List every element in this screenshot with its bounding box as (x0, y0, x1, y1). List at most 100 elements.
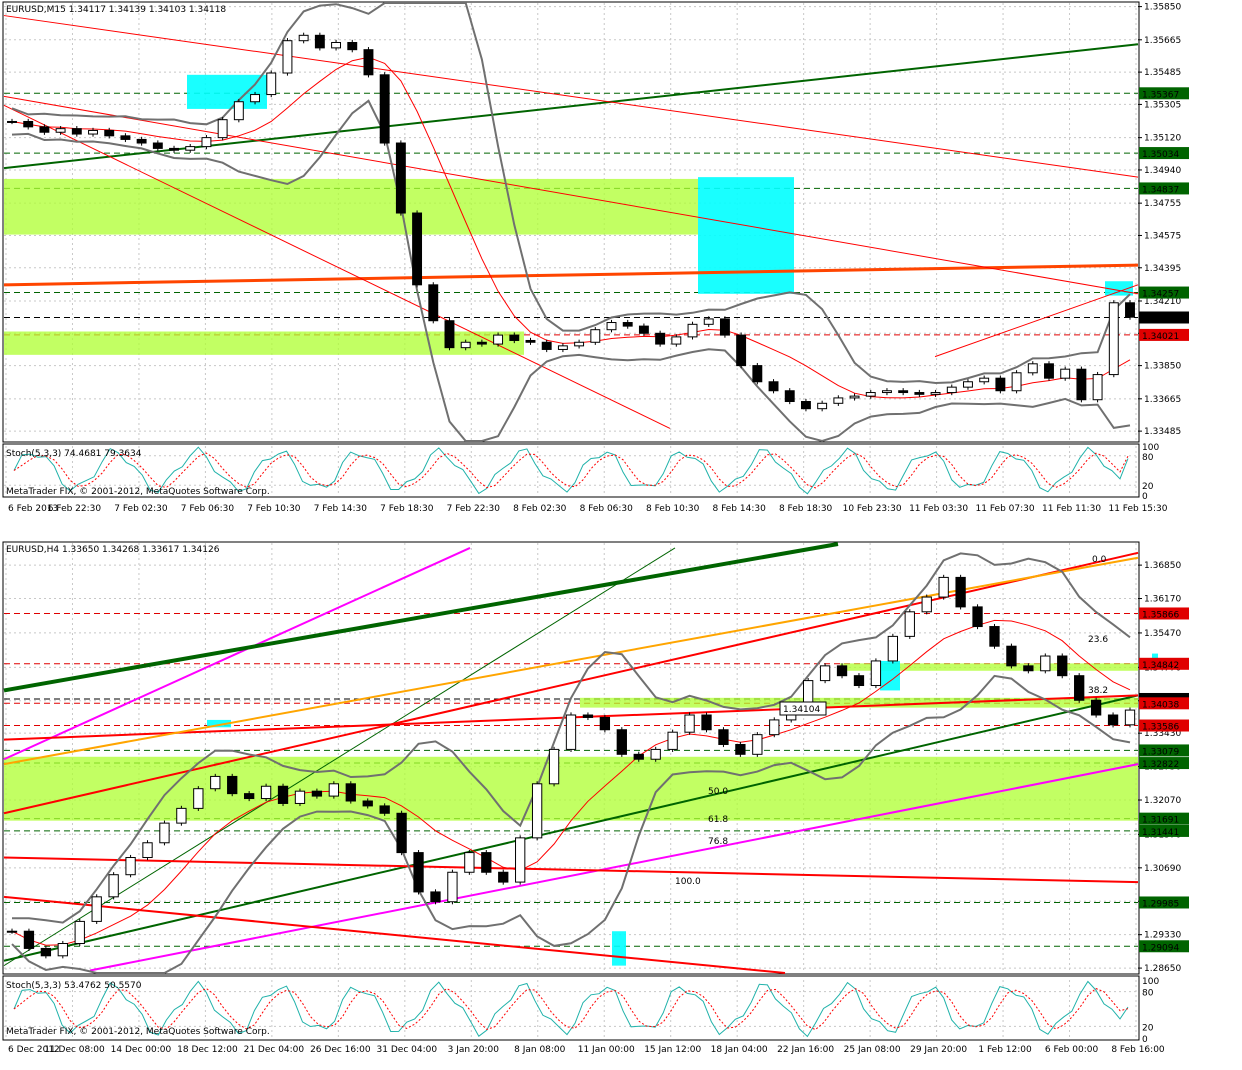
candle-body (582, 714, 594, 718)
candle-body (250, 94, 260, 103)
candle-body (955, 576, 966, 608)
candle-body (7, 120, 17, 123)
stoch-tick-label: 100 (1142, 977, 1159, 987)
x-tick-label: 1 Feb 12:00 (978, 1045, 1032, 1055)
x-tick-label: 7 Feb 02:30 (114, 504, 168, 514)
candle-body (963, 381, 973, 388)
cyan-zone-b (612, 931, 626, 966)
y-tick-label: 1.33665 (1144, 395, 1181, 405)
candle-body (768, 381, 779, 392)
candle-body (898, 390, 909, 394)
y-tick-label: 1.36850 (1144, 561, 1181, 571)
price-tag-label: 1.32822 (1142, 760, 1179, 770)
chart-m15[interactable]: 1.35850 1.35665 1.35485 1.35305 1.35120 1.349… (0, 0, 1242, 520)
candle-body (1076, 368, 1087, 401)
candle-body (74, 920, 85, 945)
candle-body (1040, 655, 1051, 672)
x-tick-label: 21 Dec 04:00 (244, 1045, 305, 1055)
copyright: MetaTrader FIX, © 2001-2012, MetaQuotes … (6, 487, 270, 497)
green-zone-wide (4, 756, 1138, 821)
candle-body (718, 729, 729, 745)
y-tick-label: 1.29330 (1144, 931, 1181, 941)
x-tick-label: 31 Dec 04:00 (377, 1045, 438, 1055)
candle-body (671, 336, 682, 345)
candle-body (260, 785, 272, 800)
candle-body (104, 129, 115, 137)
candle-body (282, 40, 293, 74)
chart-h4[interactable]: 0.0 23.6 38.2 50.0 61.8 76.8 100.0 1.36850 1.36… (0, 540, 1242, 1066)
price-tag-label: 1.35034 (1142, 150, 1179, 160)
candle-body (476, 341, 487, 345)
price-tag-label: 1.34021 (1142, 332, 1179, 342)
candle-body (655, 332, 666, 345)
stoch-ticks: 10080 200 (1142, 443, 1159, 502)
candle-body (314, 34, 325, 49)
chart-h4-svg[interactable]: 0.0 23.6 38.2 50.0 61.8 76.8 100.0 1.36850 1.36… (0, 540, 1242, 1066)
stoch-title: Stoch(5,3,3) 74.4681 79.3634 (6, 449, 142, 459)
stoch-tick-label: 0 (1142, 492, 1148, 502)
y-tick-label: 1.36170 (1144, 595, 1181, 605)
fib-label: 0.0 (1092, 555, 1107, 565)
candle-body (159, 822, 170, 844)
candle-body (40, 947, 52, 957)
y-tick-label: 1.34395 (1144, 264, 1181, 274)
price-tag-label: 1.31691 (1142, 816, 1179, 826)
candle-body (914, 392, 925, 395)
price-tag-label: 1.29094 (1142, 943, 1179, 953)
candle-body (464, 852, 475, 873)
x-tick-label: 7 Feb 14:30 (314, 504, 368, 514)
candle-body (1011, 372, 1022, 392)
green-zone-upper (4, 178, 698, 235)
fib-label: 76.8 (708, 837, 728, 847)
candle-body (55, 128, 66, 133)
y-tick-label: 1.34575 (1144, 231, 1181, 241)
candle-body (719, 318, 730, 336)
candle-body (541, 341, 552, 350)
candle-body (233, 101, 244, 121)
candle-body (622, 322, 633, 327)
candle-body (1107, 714, 1119, 726)
candle-body (71, 128, 82, 135)
price-tag-label: 1.34842 (1142, 661, 1179, 671)
chart-title: EURUSD,M15 1.34117 1.34139 1.34103 1.341… (6, 5, 226, 15)
candle-body (493, 334, 504, 345)
candle-body (347, 41, 358, 51)
x-tick-label: 11 Feb 15:30 (1108, 504, 1167, 514)
price-tags: 1.358661.348421.341261.340381.335861.330… (1139, 607, 1189, 953)
x-axis-ticks: 6 Feb 20136 Feb 22:30 7 Feb 02:30 7 Feb 06… (8, 504, 1168, 514)
x-tick-label: 29 Jan 20:00 (910, 1045, 967, 1055)
candle-body (703, 318, 714, 325)
y-tick-label: 1.35470 (1144, 629, 1181, 639)
candle-body (1092, 374, 1103, 401)
chart-title: EURUSD,H4 1.33650 1.34268 1.33617 1.3412… (6, 545, 220, 555)
candle-body (684, 714, 695, 733)
candle-body (169, 147, 179, 151)
candle-body (328, 783, 340, 797)
stoch-tick-label: 80 (1142, 989, 1154, 999)
candle-body (938, 576, 949, 598)
candle-body (243, 793, 255, 800)
candle-body (525, 339, 536, 343)
candle-body (331, 41, 342, 49)
x-tick-label: 8 Feb 02:30 (513, 504, 567, 514)
candle-body (1074, 675, 1085, 701)
candle-body (633, 753, 644, 760)
chart-m15-svg[interactable]: 1.35850 1.35665 1.35485 1.35305 1.35120 1.349… (0, 0, 1242, 520)
candle-body (515, 837, 526, 883)
candle-body (362, 800, 373, 807)
candle-body (430, 891, 441, 903)
x-tick-label: 22 Jan 16:00 (777, 1045, 834, 1055)
x-tick-label: 7 Feb 18:30 (380, 504, 434, 514)
candle-body (531, 783, 543, 839)
candle-body (921, 596, 932, 613)
x-tick-label: 11 Feb 11:30 (1042, 504, 1101, 514)
x-tick-label: 8 Feb 16:00 (1111, 1045, 1165, 1055)
x-tick-label: 25 Jan 08:00 (844, 1045, 901, 1055)
x-tick-label: 18 Dec 12:00 (177, 1045, 238, 1055)
fib-label: 50.0 (708, 787, 728, 797)
y-tick-label: 1.35485 (1144, 68, 1181, 78)
candle-body (752, 365, 763, 383)
candle-body (1006, 645, 1017, 667)
price-tag-label: 1.34118 (1142, 314, 1179, 324)
stoch-title: Stoch(5,3,3) 53.4762 50.5570 (6, 981, 142, 991)
